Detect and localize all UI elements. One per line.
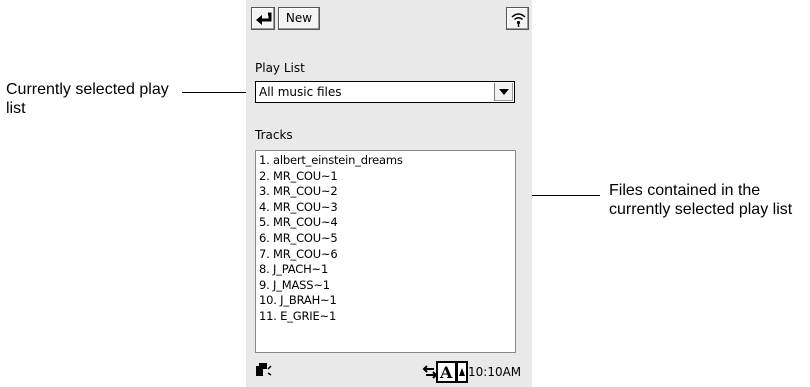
playlist-select[interactable]: All music files [255,81,515,103]
text-input-a-icon: A [436,361,468,383]
playlist-label: Play List [255,61,305,75]
device-screen: New Play List All music files Tracks 1. … [246,0,532,387]
callout-line-left [182,92,254,93]
track-item[interactable]: 2. MR_COU~1 [259,169,515,185]
callout-selected-playlist: Currently selected play list [6,81,169,117]
tracks-label: Tracks [255,128,293,142]
track-item[interactable]: 1. albert_einstein_dreams [259,153,515,169]
return-arrow-icon [256,12,272,25]
track-item[interactable]: 8. J_PACH~1 [259,262,515,278]
new-button[interactable]: New [278,7,320,30]
input-panel-icons[interactable]: A [422,361,468,387]
track-item[interactable]: 10. J_BRAH~1 [259,293,515,309]
track-item[interactable]: 3. MR_COU~2 [259,184,515,200]
track-item[interactable]: 7. MR_COU~6 [259,247,515,263]
track-item[interactable]: 4. MR_COU~3 [259,200,515,216]
chevron-down-icon [499,89,509,95]
track-item[interactable]: 11. E_GRIE~1 [259,309,515,325]
svg-text:A: A [439,363,453,382]
callout-tracks: Files contained in the currently selecte… [609,182,793,218]
clock-time[interactable]: 10:10AM [468,365,521,379]
music-player-icon[interactable] [256,363,272,383]
dropdown-arrow-button[interactable] [494,83,513,101]
track-item[interactable]: 5. MR_COU~4 [259,215,515,231]
playlist-selected-value: All music files [259,85,342,99]
track-item[interactable]: 6. MR_COU~5 [259,231,515,247]
track-item[interactable]: 9. J_MASS~1 [259,278,515,294]
toolbar: New [246,0,532,33]
back-button[interactable] [251,7,275,30]
help-icon [511,13,526,27]
help-button[interactable] [506,7,529,30]
input-switch-icon [422,365,438,379]
tracks-list[interactable]: 1. albert_einstein_dreams 2. MR_COU~1 3.… [255,150,516,353]
status-bar: A 10:10AM [246,357,532,387]
